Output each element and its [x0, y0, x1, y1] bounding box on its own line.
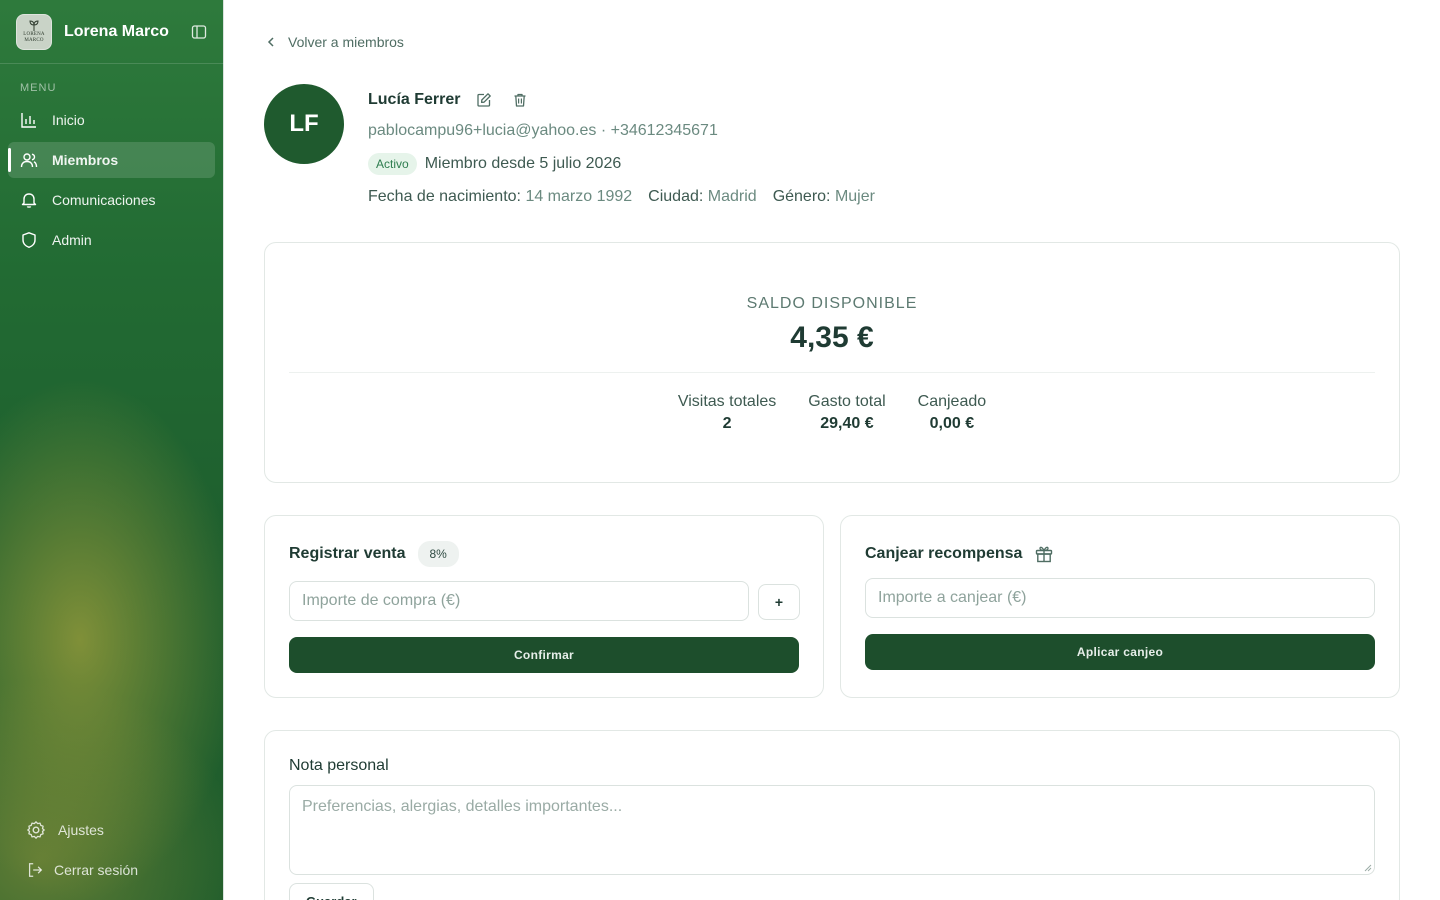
member-name: Lucía Ferrer — [368, 91, 461, 108]
gift-icon — [1036, 546, 1053, 563]
stat-redeemed: Canjeado 0,00 € — [918, 393, 987, 433]
member-details: Fecha de nacimiento: 14 marzo 1992 Ciuda… — [368, 188, 891, 206]
sidebar: LORENA MARCO Lorena Marco MENU Inicio Mi… — [0, 0, 224, 900]
stat-label: Canjeado — [917, 393, 987, 410]
personal-note-card: Nota personal Preferencias, alergias, de… — [264, 730, 1400, 900]
logo-text-bottom: MARCO — [24, 38, 44, 43]
personal-note-textarea[interactable]: Preferencias, alergias, detalles importa… — [289, 785, 1375, 875]
balance-value: 4,35 € — [790, 321, 874, 354]
personal-note-title: Nota personal — [289, 757, 389, 774]
register-sale-title: Registrar venta 8% — [289, 541, 459, 567]
member-contact: pablocampu96+lucia@yahoo.es · +346123456… — [368, 122, 718, 139]
status-badge: Activo — [368, 153, 417, 175]
gender: Género: Mujer — [773, 188, 875, 206]
city-value: Madrid — [707, 188, 757, 205]
logout-label: Cerrar sesión — [54, 862, 139, 878]
settings-label: Ajustes — [58, 822, 104, 838]
main-content: Volver a miembros LF Lucía Ferrer pabloc… — [224, 0, 1440, 900]
chevron-left-icon — [267, 37, 274, 47]
apply-redeem-button[interactable]: Aplicar canjeo — [865, 634, 1375, 670]
sidebar-item-label: Admin — [52, 232, 92, 248]
personal-note-placeholder: Preferencias, alergias, detalles importa… — [302, 798, 623, 815]
back-link[interactable]: Volver a miembros — [264, 32, 404, 52]
sidebar-item-comunicaciones[interactable]: Comunicaciones — [8, 182, 215, 218]
chart-icon — [21, 113, 36, 128]
trash-icon[interactable] — [508, 88, 532, 112]
stat-value: 0,00 € — [929, 415, 975, 432]
sidebar-item-admin[interactable]: Admin — [8, 222, 215, 258]
stat-total-visits: Visitas totales 2 — [678, 393, 776, 433]
redeem-reward-card: Canjear recompensa Importe a canjear (€)… — [840, 515, 1400, 698]
menu-label: MENU — [20, 82, 57, 94]
shield-icon — [22, 232, 36, 248]
redeem-amount-input[interactable]: Importe a canjear (€) — [865, 578, 1375, 618]
stat-total-spend: Gasto total 29,40 € — [808, 393, 885, 433]
sidebar-divider — [0, 63, 224, 64]
bell-icon — [21, 193, 37, 208]
brand[interactable]: LORENA MARCO Lorena Marco — [16, 14, 208, 50]
back-link-label: Volver a miembros — [288, 34, 404, 50]
redeem-reward-title-text: Canjear recompensa — [865, 545, 1023, 562]
birth-date-value: 14 marzo 1992 — [525, 188, 633, 205]
register-sale-card: Registrar venta 8% Importe de compra (€)… — [264, 515, 824, 698]
save-note-button[interactable]: Guardar — [289, 883, 374, 900]
birth-date-label: Fecha de nacimiento: — [368, 188, 521, 205]
stat-label: Visitas totales — [677, 393, 777, 410]
redeem-reward-title: Canjear recompensa — [865, 542, 1054, 566]
brand-logo: LORENA MARCO — [16, 14, 52, 50]
member-since: Miembro desde 5 julio 2026 — [424, 155, 622, 172]
register-sale-title-text: Registrar venta — [289, 545, 406, 562]
balance-stats: Visitas totales 2 Gasto total 29,40 € Ca… — [265, 393, 1399, 433]
birth-date: Fecha de nacimiento: 14 marzo 1992 — [368, 188, 632, 206]
balance-divider — [289, 372, 1375, 373]
sidebar-item-miembros[interactable]: Miembros — [8, 142, 215, 178]
settings-link[interactable]: Ajustes — [16, 812, 208, 848]
gender-label: Género: — [772, 188, 831, 205]
purchase-amount-input[interactable]: Importe de compra (€) — [289, 581, 749, 621]
sidebar-item-label: Comunicaciones — [52, 192, 156, 208]
logout-link[interactable]: Cerrar sesión — [16, 852, 208, 888]
gender-value: Mujer — [834, 188, 875, 205]
gear-icon — [27, 821, 45, 839]
balance-card: SALDO DISPONIBLE 4,35 € Visitas totales … — [264, 242, 1400, 483]
users-icon — [20, 153, 38, 168]
member-status-row: Activo Miembro desde 5 julio 2026 — [368, 152, 621, 176]
sidebar-item-label: Miembros — [52, 152, 119, 168]
percent-badge: 8% — [417, 541, 459, 567]
stat-value: 2 — [722, 415, 732, 432]
stat-label: Gasto total — [808, 393, 886, 410]
sidebar-toggle-icon[interactable] — [190, 23, 208, 41]
city: Ciudad: Madrid — [648, 188, 757, 206]
confirm-button[interactable]: Confirmar — [289, 637, 799, 673]
stat-value: 29,40 € — [820, 415, 874, 432]
brand-name: Lorena Marco — [64, 23, 169, 40]
sidebar-nav: Inicio Miembros Comunicaciones Admin — [8, 102, 215, 262]
resize-handle-icon[interactable] — [1364, 864, 1372, 872]
sidebar-item-label: Inicio — [52, 112, 85, 128]
city-label: Ciudad: — [648, 188, 704, 205]
logout-icon — [28, 863, 43, 877]
member-header: Lucía Ferrer — [368, 88, 532, 112]
sidebar-item-inicio[interactable]: Inicio — [8, 102, 215, 138]
avatar: LF — [264, 84, 344, 164]
edit-icon[interactable] — [472, 88, 496, 112]
balance-label: SALDO DISPONIBLE — [746, 295, 918, 312]
add-amount-button[interactable]: + — [758, 584, 800, 620]
leaf-icon — [29, 20, 39, 31]
